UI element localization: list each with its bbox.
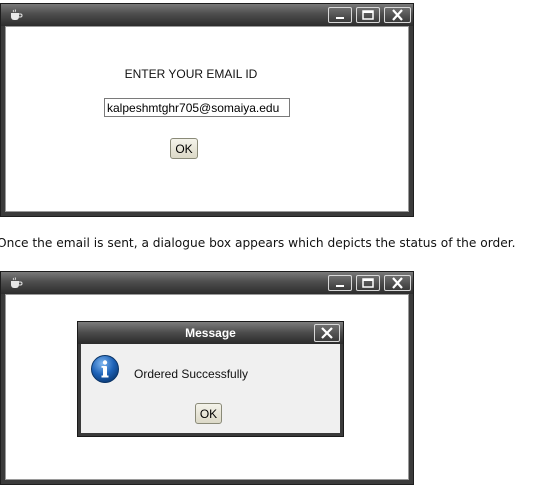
window-content: ENTER YOUR EMAIL ID OK bbox=[5, 26, 409, 212]
dialog-titlebar[interactable]: Message bbox=[78, 322, 343, 344]
maximize-icon bbox=[362, 278, 374, 288]
info-icon bbox=[91, 355, 119, 383]
java-cup-icon bbox=[11, 9, 23, 20]
window-titlebar[interactable] bbox=[1, 4, 413, 26]
minimize-icon bbox=[336, 285, 344, 287]
close-icon bbox=[321, 327, 333, 339]
dialog-body: Ordered Successfully OK bbox=[81, 344, 340, 433]
maximize-button[interactable] bbox=[356, 7, 380, 23]
maximize-icon bbox=[362, 10, 374, 20]
minimize-button[interactable] bbox=[328, 7, 352, 23]
dialog-title: Message bbox=[185, 326, 236, 340]
minimize-icon bbox=[336, 17, 344, 19]
java-cup-icon bbox=[11, 277, 23, 288]
email-window: ENTER YOUR EMAIL ID OK bbox=[0, 3, 414, 217]
close-button[interactable] bbox=[384, 275, 411, 291]
dialog-close-button[interactable] bbox=[314, 324, 340, 342]
window-content: Message Ordered Successfully OK bbox=[5, 294, 409, 480]
dialog-message: Ordered Successfully bbox=[134, 367, 249, 381]
message-dialog: Message Ordered Successfully OK bbox=[77, 321, 344, 437]
close-icon bbox=[392, 277, 403, 289]
email-input[interactable] bbox=[104, 98, 290, 117]
window-titlebar[interactable] bbox=[1, 272, 413, 294]
minimize-button[interactable] bbox=[328, 275, 352, 291]
email-prompt-label: ENTER YOUR EMAIL ID bbox=[124, 67, 258, 81]
caption-text: Once the email is sent, a dialogue box a… bbox=[0, 236, 516, 250]
ok-button[interactable]: OK bbox=[195, 403, 222, 424]
close-icon bbox=[392, 9, 403, 21]
status-window: Message Ordered Successfully OK bbox=[0, 271, 414, 485]
maximize-button[interactable] bbox=[356, 275, 380, 291]
ok-button[interactable]: OK bbox=[170, 138, 198, 159]
close-button[interactable] bbox=[384, 7, 411, 23]
